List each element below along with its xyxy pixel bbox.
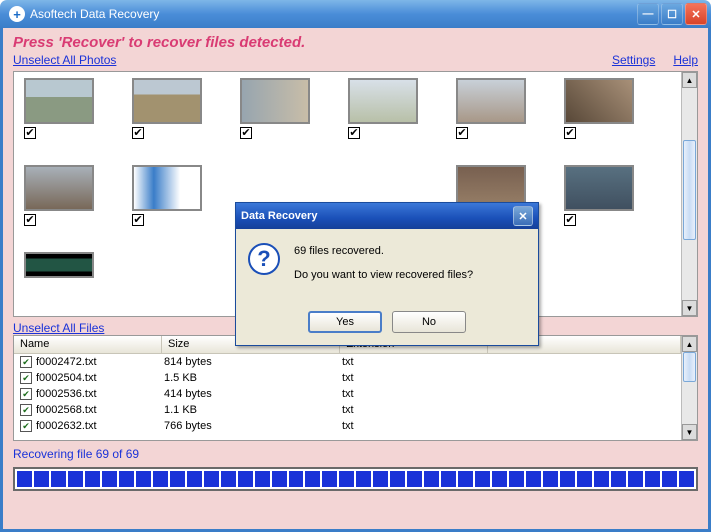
file-ext: txt xyxy=(342,420,490,432)
data-recovery-dialog: Data Recovery ✕ ? 69 files recovered. Do… xyxy=(235,202,539,346)
file-row[interactable]: ✔ f0002472.txt814 bytestxt xyxy=(14,354,681,370)
minimize-button[interactable]: — xyxy=(637,3,659,25)
file-size: 414 bytes xyxy=(164,388,342,400)
dialog-message-2: Do you want to view recovered files? xyxy=(294,269,473,281)
help-link[interactable]: Help xyxy=(673,53,698,67)
file-size: 1.1 KB xyxy=(164,404,342,416)
yes-button[interactable]: Yes xyxy=(308,311,382,333)
file-size: 814 bytes xyxy=(164,356,342,368)
photo-checkbox[interactable]: ✔ xyxy=(348,127,360,139)
file-checkbox[interactable]: ✔ xyxy=(20,420,32,432)
file-name: f0002472.txt xyxy=(36,356,164,368)
file-name: f0002568.txt xyxy=(36,404,164,416)
photo-checkbox[interactable]: ✔ xyxy=(24,127,36,139)
window-title: Asoftech Data Recovery xyxy=(30,7,637,21)
photo-checkbox[interactable]: ✔ xyxy=(240,127,252,139)
settings-link[interactable]: Settings xyxy=(612,53,655,67)
dialog-titlebar: Data Recovery ✕ xyxy=(236,203,538,229)
photo-thumb[interactable]: ✔ xyxy=(348,78,418,139)
photo-thumb[interactable]: ✔ xyxy=(564,78,634,139)
dialog-message-1: 69 files recovered. xyxy=(294,245,473,257)
file-checkbox[interactable]: ✔ xyxy=(20,372,32,384)
column-name[interactable]: Name xyxy=(14,336,162,353)
photo-checkbox[interactable]: ✔ xyxy=(456,127,468,139)
scroll-down-arrow[interactable]: ▼ xyxy=(682,424,697,440)
dialog-close-button[interactable]: ✕ xyxy=(513,206,533,226)
status-text: Recovering file 69 of 69 xyxy=(13,447,698,461)
photo-thumb[interactable]: ✔ xyxy=(24,165,94,226)
photo-thumb[interactable]: ✔ xyxy=(456,78,526,139)
file-panel: Name Size Extension ✔f0002472.txt814 byt… xyxy=(13,335,698,441)
photo-scrollbar[interactable]: ▲ ▼ xyxy=(681,72,697,316)
question-icon: ? xyxy=(248,243,280,275)
photo-thumb[interactable]: ✔ xyxy=(24,78,94,139)
file-name: f0002632.txt xyxy=(36,420,164,432)
photo-thumb[interactable]: ✔ xyxy=(132,165,202,226)
progress-bar xyxy=(13,467,698,491)
file-row[interactable]: ✔ f0002568.txt1.1 KBtxt xyxy=(14,402,681,418)
unselect-all-photos-link[interactable]: Unselect All Photos xyxy=(13,53,116,67)
file-ext: txt xyxy=(342,388,490,400)
dialog-title: Data Recovery xyxy=(241,210,317,222)
instruction-text: Press 'Recover' to recover files detecte… xyxy=(13,34,698,51)
file-checkbox[interactable]: ✔ xyxy=(20,356,32,368)
photo-checkbox[interactable]: ✔ xyxy=(132,214,144,226)
file-ext: txt xyxy=(342,404,490,416)
unselect-all-files-link[interactable]: Unselect All Files xyxy=(13,321,104,335)
photo-checkbox[interactable]: ✔ xyxy=(564,127,576,139)
photo-checkbox[interactable]: ✔ xyxy=(564,214,576,226)
file-scrollbar[interactable]: ▲ ▼ xyxy=(681,336,697,440)
file-size: 1.5 KB xyxy=(164,372,342,384)
photo-checkbox[interactable]: ✔ xyxy=(24,214,36,226)
maximize-button[interactable]: ☐ xyxy=(661,3,683,25)
photo-thumb[interactable]: ✔ xyxy=(240,78,310,139)
file-checkbox[interactable]: ✔ xyxy=(20,404,32,416)
app-icon: + xyxy=(9,6,25,22)
scroll-up-arrow[interactable]: ▲ xyxy=(682,72,697,88)
file-ext: txt xyxy=(342,372,490,384)
photo-thumb[interactable] xyxy=(24,252,94,278)
scroll-down-arrow[interactable]: ▼ xyxy=(682,300,697,316)
photo-thumb[interactable]: ✔ xyxy=(132,78,202,139)
titlebar: + Asoftech Data Recovery — ☐ ✕ xyxy=(0,0,711,28)
file-row[interactable]: ✔ f0002536.txt414 bytestxt xyxy=(14,386,681,402)
photo-checkbox[interactable]: ✔ xyxy=(132,127,144,139)
file-name: f0002536.txt xyxy=(36,388,164,400)
file-row[interactable]: ✔ f0002632.txt766 bytestxt xyxy=(14,418,681,434)
close-button[interactable]: ✕ xyxy=(685,3,707,25)
file-row[interactable]: ✔ f0002504.txt1.5 KBtxt xyxy=(14,370,681,386)
photo-thumb[interactable]: ✔ xyxy=(564,165,634,226)
scroll-up-arrow[interactable]: ▲ xyxy=(682,336,697,352)
file-name: f0002504.txt xyxy=(36,372,164,384)
file-ext: txt xyxy=(342,356,490,368)
file-size: 766 bytes xyxy=(164,420,342,432)
no-button[interactable]: No xyxy=(392,311,466,333)
file-checkbox[interactable]: ✔ xyxy=(20,388,32,400)
